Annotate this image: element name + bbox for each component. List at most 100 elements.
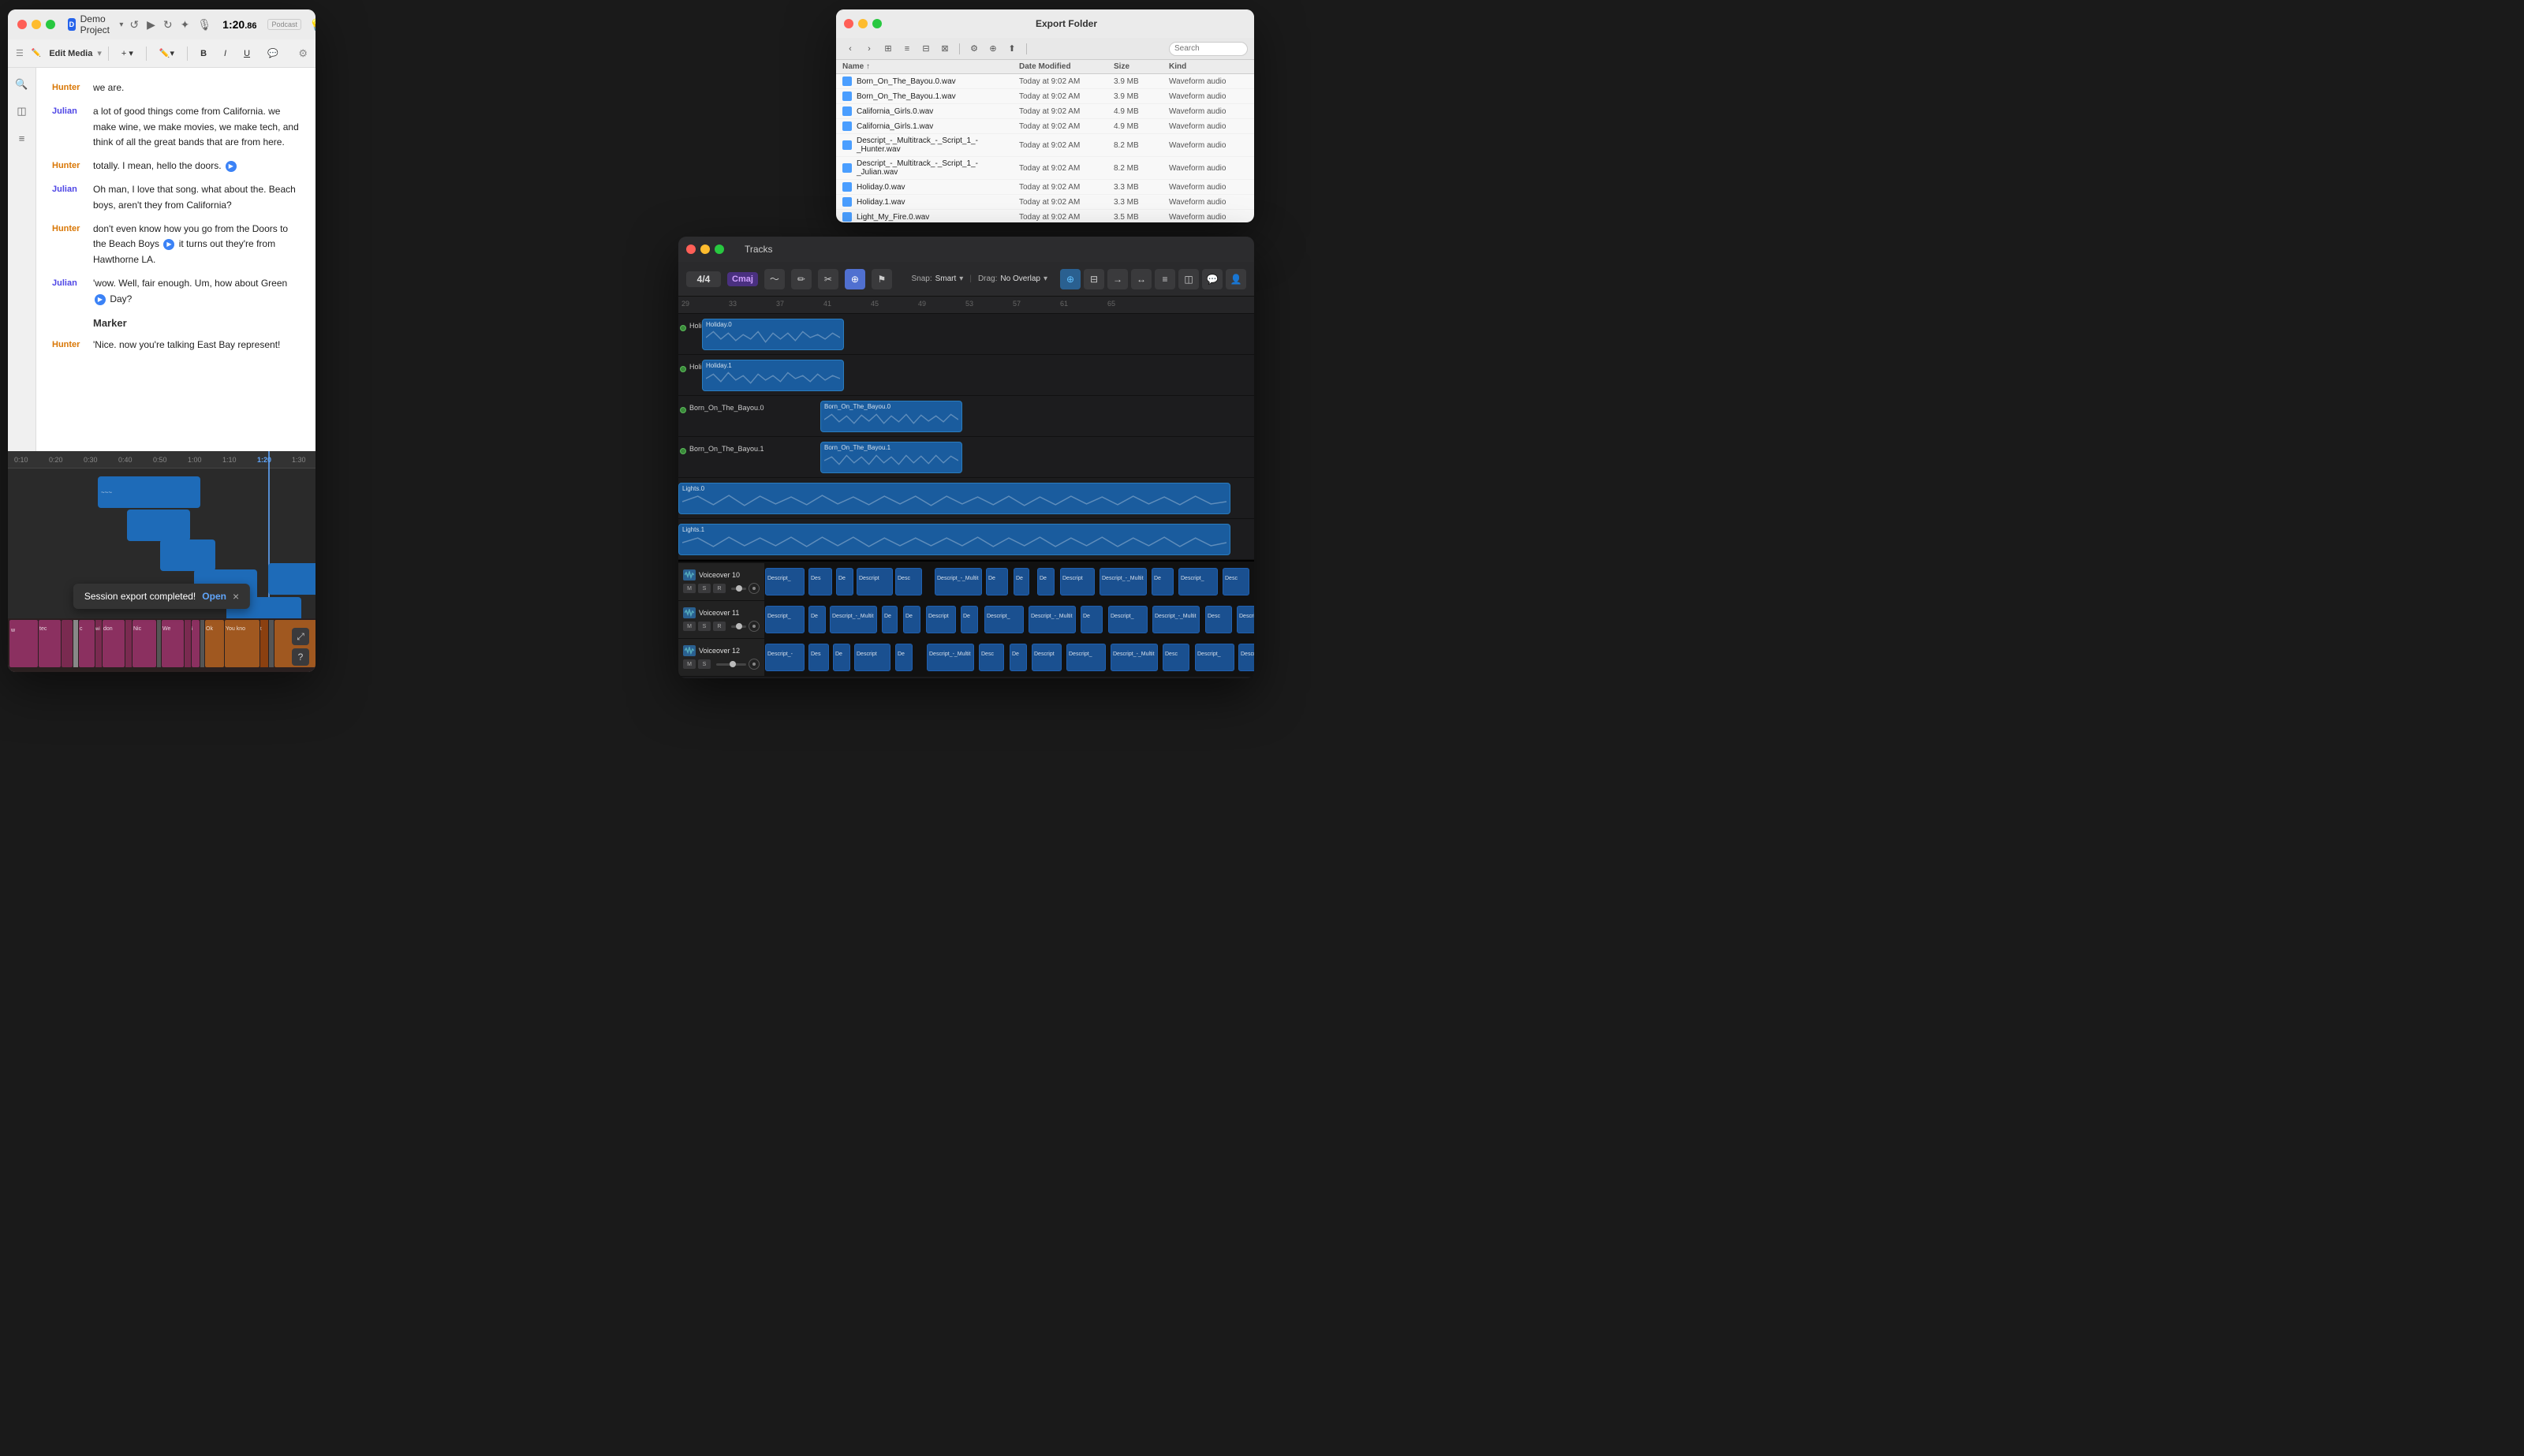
search-input[interactable] [1169,42,1248,56]
vo11-pan-knob[interactable] [749,621,760,632]
vo10-clip-5[interactable]: Desc [895,568,922,595]
vo11-clip-2[interactable]: De [808,606,826,633]
vo12-clip-4[interactable]: Descript [854,644,890,671]
vo11-clip-4[interactable]: De [882,606,898,633]
vo11-clip-11[interactable]: Descript_ [1108,606,1148,633]
comment-btn[interactable]: 💬 [261,44,285,63]
clip-lights1[interactable]: Lights.1 [678,524,1230,555]
vo12-fader-thumb[interactable] [730,661,736,667]
vo12-clip-1[interactable]: Descript_- [765,644,805,671]
time-sig-display[interactable]: 4/4 [686,271,721,287]
vo11-clip-10[interactable]: De [1081,606,1103,633]
vo-clip-we[interactable]: We [162,620,184,667]
vo-clip-youknow[interactable]: You kno [225,620,259,667]
vo10-pan-knob[interactable] [749,583,760,594]
list-view-btn[interactable]: ≡ [899,41,915,57]
toast-open-button[interactable]: Open [202,591,226,602]
vo-clip-w[interactable]: w [9,620,38,667]
sidebar-search-icon[interactable]: 🔍 [13,76,31,93]
undo-icon[interactable]: ↺ [129,18,139,32]
clip-lights0[interactable]: Lights.0 [678,483,1230,514]
gear-icon[interactable]: ⚙ [966,41,982,57]
file-row-5[interactable]: Descript_-_Multitrack_-_Script_1_-_Julia… [836,157,1254,180]
share-btn[interactable]: ⬆ [1004,41,1020,57]
vo11-clip-5[interactable]: De [903,606,920,633]
vo11-s-btn[interactable]: S [698,622,711,631]
track-enable-bayou0[interactable] [680,407,686,413]
daw-tool-clip[interactable]: ◫ [1178,269,1199,289]
vo-clip-c[interactable]: c [79,620,95,667]
vo12-clip-7[interactable]: Desc [979,644,1004,671]
clip-block-1[interactable]: ~~~ [98,476,200,508]
chevron-down-icon[interactable]: ▾ [119,21,123,29]
view-icon-btn[interactable]: ⊞ [880,41,896,57]
daw-close-button[interactable] [686,245,696,254]
sidebar-text-icon[interactable]: ≡ [13,129,31,147]
file-minimize-button[interactable] [858,19,868,28]
redo-icon[interactable]: ↻ [163,18,173,32]
gallery-view-btn[interactable]: ⊠ [937,41,953,57]
vo12-pan-knob[interactable] [749,659,760,670]
file-row-7[interactable]: Holiday.1.wav Today at 9:02 AM 3.3 MB Wa… [836,195,1254,210]
file-row-0[interactable]: Born_On_The_Bayou.0.wav Today at 9:02 AM… [836,74,1254,89]
vo12-clip-6[interactable]: Descript_-_Multit [927,644,974,671]
daw-minimize-button[interactable] [700,245,710,254]
vo11-clip-9[interactable]: Descript_-_Multit [1029,606,1076,633]
vo10-s-btn[interactable]: S [698,584,711,593]
file-close-button[interactable] [844,19,853,28]
forward-button[interactable]: › [861,41,877,57]
vo-clip-i[interactable]: i [192,620,200,667]
vo12-clip-10[interactable]: Descript_ [1066,644,1106,671]
vo12-clip-2[interactable]: Des [808,644,829,671]
daw-tool-user[interactable]: 👤 [1226,269,1246,289]
vo11-r-btn[interactable]: R [713,622,726,631]
vo12-clip-11[interactable]: Descript_-_Multit [1111,644,1158,671]
audio-clip-icon-5[interactable]: ▶ [163,239,174,250]
clip-holiday0[interactable]: Holiday.0 [702,319,844,350]
daw-maximize-button[interactable] [715,245,724,254]
italic-btn[interactable]: I [218,44,233,63]
vo11-clip-1[interactable]: Descript_ [765,606,805,633]
sidebar-layers-icon[interactable]: ◫ [13,103,31,120]
col-size[interactable]: Size [1114,62,1169,71]
vo-clip-don[interactable]: don [103,620,125,667]
daw-tool-active1[interactable]: ⊕ [1060,269,1081,289]
daw-tool-cursor[interactable]: ⊕ [845,269,865,289]
back-button[interactable]: ‹ [842,41,858,57]
clip-block-6[interactable] [268,563,316,595]
vo-clip-t2[interactable]: t [260,620,268,667]
vo12-clip-3[interactable]: De [833,644,850,671]
drag-dropdown-icon[interactable]: ▾ [1044,274,1047,283]
daw-tool-split[interactable]: ⊟ [1084,269,1104,289]
daw-tool-scissors[interactable]: ✂ [818,269,838,289]
clip-block-2[interactable] [127,510,190,541]
daw-tool-expand[interactable]: ↔ [1131,269,1152,289]
file-row-1[interactable]: Born_On_The_Bayou.1.wav Today at 9:02 AM… [836,89,1254,104]
vo12-clip-9[interactable]: Descript [1032,644,1062,671]
daw-tool-pencil[interactable]: ✏ [791,269,812,289]
vo12-m-btn[interactable]: M [683,659,696,669]
add-button[interactable]: +▾ [115,44,140,63]
clip-block-3[interactable] [160,539,215,571]
underline-btn[interactable]: U [237,44,256,63]
vo12-clip-12[interactable]: Desc [1163,644,1189,671]
bold-btn[interactable]: B [194,44,213,63]
settings-icon[interactable]: ⚙ [298,47,308,60]
vo10-clip-12[interactable]: De [1152,568,1174,595]
daw-tool-list[interactable]: ≡ [1155,269,1175,289]
vo10-clip-6[interactable]: Descript_-_Multit [935,568,982,595]
vo-clip-ok[interactable]: Ok [205,620,224,667]
vo-clip-t[interactable] [62,620,73,667]
vo11-clip-12[interactable]: Descript_-_Multit [1152,606,1200,633]
vo10-clip-1[interactable]: Descript_ [765,568,805,595]
vo11-clip-14[interactable]: Descript_ [1237,606,1254,633]
track-enable-bayou1[interactable] [680,448,686,454]
file-maximize-button[interactable] [872,19,882,28]
clip-bayou0[interactable]: Born_On_The_Bayou.0 [820,401,962,432]
vo10-clip-2[interactable]: Des [808,568,832,595]
key-sig-display[interactable]: Cmaj [727,272,758,286]
vo11-clip-13[interactable]: Desc [1205,606,1232,633]
snap-dropdown-icon[interactable]: ▾ [959,274,963,283]
help-icon[interactable]: ? [292,648,309,666]
edit-tool-btn[interactable]: ✏️▾ [153,44,181,63]
